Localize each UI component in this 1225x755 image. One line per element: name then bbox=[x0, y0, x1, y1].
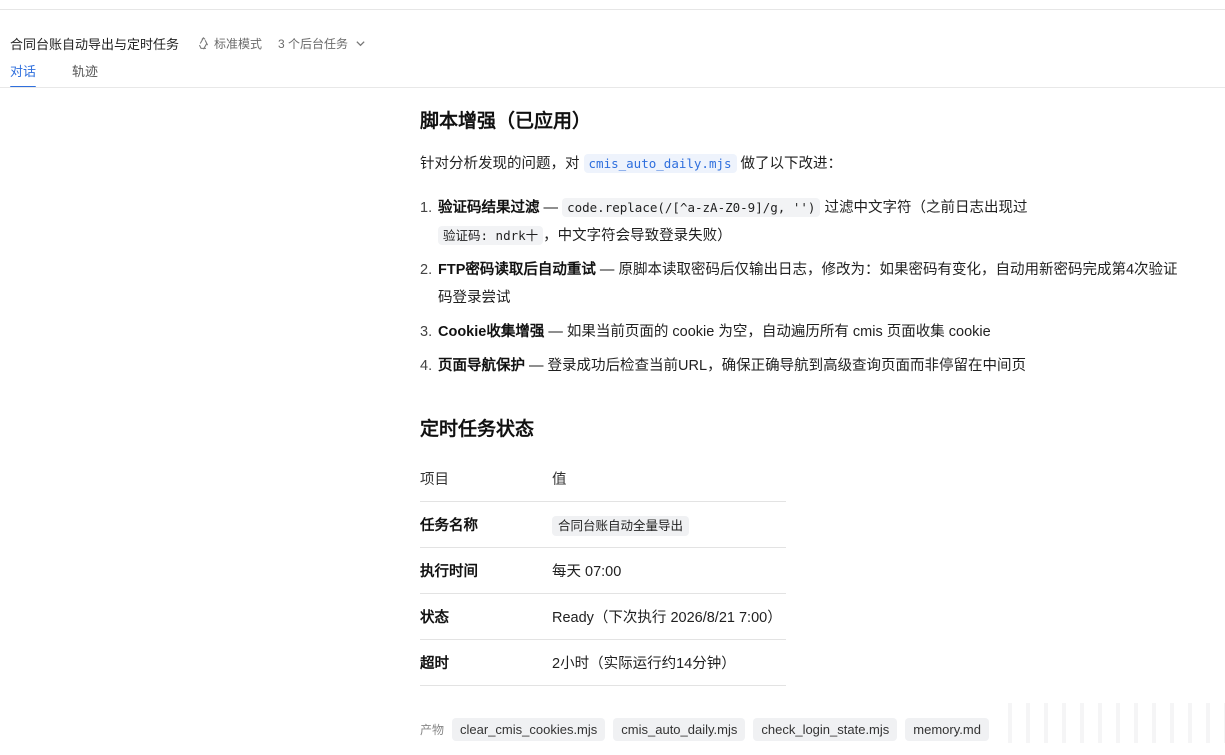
table-row: 任务名称 合同台账自动全量导出 bbox=[420, 501, 786, 548]
table-row: 超时 2小时（实际运行约14分钟） bbox=[420, 639, 786, 686]
mode-indicator[interactable]: 标准模式 bbox=[197, 35, 262, 52]
table-row: 状态 Ready（下次执行 2026/8/21 7:00） bbox=[420, 593, 786, 640]
intro-text-before: 针对分析发现的问题，对 bbox=[420, 156, 584, 172]
item-text: — 登录成功后检查当前URL，确保正确导航到高级查询页面而非停留在中间页 bbox=[525, 358, 1027, 374]
table-cell-value: 合同台账自动全量导出 bbox=[552, 501, 786, 548]
enhancement-intro: 针对分析发现的问题，对 cmis_auto_daily.mjs 做了以下改进： bbox=[420, 152, 842, 173]
table-cell-value: 2小时（实际运行约14分钟） bbox=[552, 639, 786, 686]
improvement-list: 1. 验证码结果过滤 — code.replace(/[^a-zA-Z0-9]/… bbox=[420, 194, 1180, 380]
table-cell-key: 执行时间 bbox=[420, 547, 552, 594]
background-tasks-dropdown[interactable]: 3 个后台任务 bbox=[278, 35, 366, 52]
task-name-chip: 合同台账自动全量导出 bbox=[552, 516, 690, 536]
table-header-value: 值 bbox=[552, 456, 786, 502]
artifact-file-chip[interactable]: clear_cmis_cookies.mjs bbox=[452, 718, 606, 741]
tab-conversation[interactable]: 对话 bbox=[10, 61, 37, 88]
item-title: 验证码结果过滤 bbox=[438, 200, 540, 216]
tab-bar: 对话 轨迹 bbox=[10, 61, 134, 88]
heading-schedule-status: 定时任务状态 bbox=[420, 419, 535, 440]
heading-script-enhancement: 脚本增强（已应用） bbox=[420, 111, 592, 132]
recycle-icon bbox=[198, 36, 209, 49]
item-text: — 如果当前页面的 cookie 为空，自动遍历所有 cmis 页面收集 coo… bbox=[544, 324, 991, 340]
table-cell-key: 状态 bbox=[420, 593, 552, 640]
table-cell-key: 任务名称 bbox=[420, 501, 552, 548]
inline-code: code.replace(/[^a-zA-Z0-9]/g, '') bbox=[562, 198, 821, 217]
tab-trace[interactable]: 轨迹 bbox=[72, 61, 98, 88]
tabs-divider bbox=[0, 87, 1225, 88]
top-divider bbox=[0, 9, 1225, 10]
artifact-file-chip[interactable]: cmis_auto_daily.mjs bbox=[613, 718, 746, 741]
conversation-header: 合同台账自动导出与定时任务 标准模式 3 个后台任务 bbox=[10, 33, 366, 53]
table-header-row: 项目 值 bbox=[420, 456, 786, 502]
table-cell-value: Ready（下次执行 2026/8/21 7:00） bbox=[552, 593, 786, 640]
item-text: ，中文字符会导致登录失败） bbox=[543, 228, 732, 244]
item-title: 页面导航保护 bbox=[438, 358, 525, 374]
table-row: 执行时间 每天 07:00 bbox=[420, 547, 786, 594]
item-text: 过滤中文字符（之前日志出现过 bbox=[820, 200, 1028, 216]
chevron-down-icon bbox=[356, 40, 365, 46]
list-item: 3. Cookie收集增强 — 如果当前页面的 cookie 为空，自动遍历所有… bbox=[420, 318, 1180, 346]
item-dash: — bbox=[539, 200, 563, 216]
background-tasks-label: 3 个后台任务 bbox=[278, 36, 349, 51]
table-cell-value: 每天 07:00 bbox=[552, 547, 786, 594]
list-number: 3. bbox=[420, 324, 433, 340]
list-number: 4. bbox=[420, 358, 433, 374]
conversation-title: 合同台账自动导出与定时任务 bbox=[10, 36, 180, 52]
scroll-fade-decoration bbox=[1000, 703, 1225, 743]
list-item: 2. FTP密码读取后自动重试 — 原脚本读取密码后仅输出日志，修改为：如果密码… bbox=[420, 256, 1180, 312]
item-title: Cookie收集增强 bbox=[438, 324, 545, 340]
item-title: FTP密码读取后自动重试 bbox=[438, 262, 596, 278]
list-number: 2. bbox=[420, 262, 433, 278]
mode-label: 标准模式 bbox=[214, 36, 263, 51]
schedule-status-table: 项目 值 任务名称 合同台账自动全量导出 执行时间 每天 07:00 状态 Re… bbox=[420, 456, 786, 686]
artifacts-bar: 产物 clear_cmis_cookies.mjs cmis_auto_dail… bbox=[420, 718, 997, 741]
table-header-key: 项目 bbox=[420, 456, 552, 502]
intro-text-after: 做了以下改进： bbox=[736, 156, 843, 172]
table-cell-key: 超时 bbox=[420, 639, 552, 686]
artifact-file-chip[interactable]: check_login_state.mjs bbox=[753, 718, 898, 741]
inline-code: 验证码: ndrk十 bbox=[438, 226, 544, 245]
artifact-file-chip[interactable]: memory.md bbox=[905, 718, 989, 741]
intro-code-filename: cmis_auto_daily.mjs bbox=[583, 154, 737, 173]
list-item: 1. 验证码结果过滤 — code.replace(/[^a-zA-Z0-9]/… bbox=[420, 194, 1180, 250]
artifacts-label: 产物 bbox=[420, 723, 445, 737]
list-item: 4. 页面导航保护 — 登录成功后检查当前URL，确保正确导航到高级查询页面而非… bbox=[420, 352, 1180, 380]
list-number: 1. bbox=[420, 200, 433, 216]
